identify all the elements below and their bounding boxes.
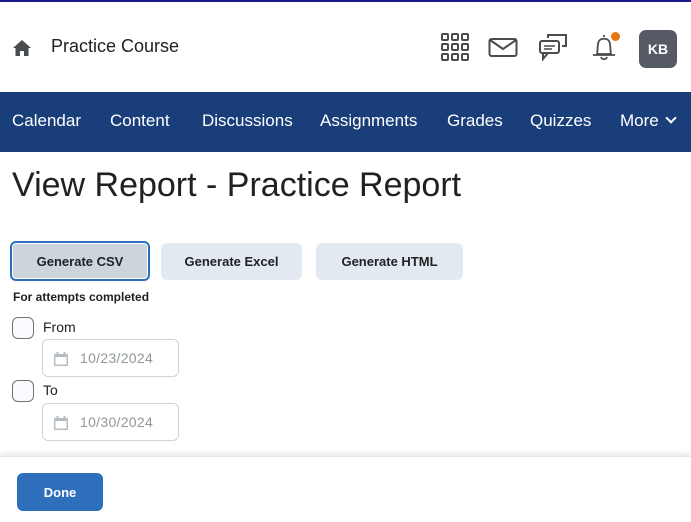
avatar[interactable]: KB [639,30,677,68]
nav-item-more[interactable]: More [620,92,677,152]
from-checkbox[interactable] [12,317,34,339]
nav-item-content[interactable]: Content [110,92,170,152]
course-title[interactable]: Practice Course [51,36,179,57]
to-date-value: 10/30/2024 [80,414,154,430]
from-label: From [43,319,76,335]
chevron-down-icon [665,112,677,124]
to-checkbox[interactable] [12,380,34,402]
to-label: To [43,382,58,398]
chat-icon[interactable] [538,32,568,62]
waffle-grid-icon[interactable] [440,32,470,62]
nav-item-quizzes[interactable]: Quizzes [530,92,591,152]
generate-csv-button[interactable]: Generate CSV [10,241,150,281]
done-button[interactable]: Done [17,473,103,511]
nav-item-assignments[interactable]: Assignments [320,92,417,152]
calendar-icon [54,416,68,430]
header: Practice Course KB [0,2,691,92]
from-date-input[interactable]: 10/23/2024 [42,339,179,377]
from-date-value: 10/23/2024 [80,350,154,366]
nav-item-calendar[interactable]: Calendar [12,92,81,152]
calendar-icon [54,352,68,366]
attempts-completed-label: For attempts completed [13,290,150,304]
footer-bar: Done [0,456,691,522]
course-navbar: Calendar Content Discussions Assignments… [0,92,691,152]
nav-more-label: More [620,111,659,130]
generate-excel-button[interactable]: Generate Excel [161,243,302,280]
generate-html-button[interactable]: Generate HTML [316,243,463,280]
to-date-input[interactable]: 10/30/2024 [42,403,179,441]
mail-icon[interactable] [488,32,518,62]
nav-item-discussions[interactable]: Discussions [202,92,293,152]
page-title: View Report - Practice Report [12,166,462,204]
home-icon[interactable] [12,38,32,58]
nav-item-grades[interactable]: Grades [447,92,503,152]
notification-badge [611,32,620,41]
